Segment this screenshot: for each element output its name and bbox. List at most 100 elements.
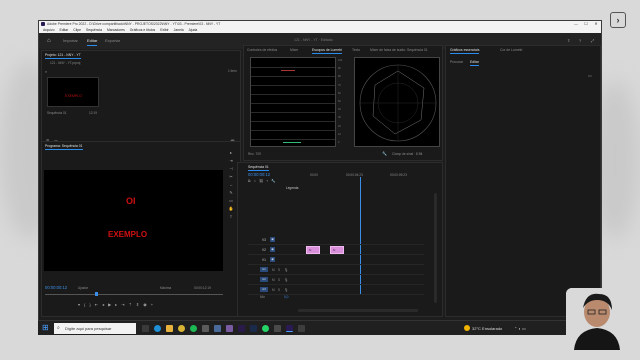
subtab-browse[interactable]: Procurar [450,60,463,64]
program-timecode[interactable]: 00:00:00:12 [45,285,67,290]
whatsapp-icon[interactable] [262,325,269,332]
clip-v2-1[interactable]: fx [306,246,320,254]
app-icon[interactable] [298,325,305,332]
windows-start-icon[interactable]: ⊞ [42,324,50,332]
menu-sequence[interactable]: Sequência [86,28,102,32]
clip-v2-2[interactable]: fx [330,246,344,254]
timeline-settings-icon[interactable]: 🔧 [271,179,278,183]
subtab-edit[interactable]: Editar [470,60,479,66]
tab-project[interactable]: Projeto: 121 - NNY - YT [45,53,81,59]
weather-text[interactable]: 32°C Ensolarado [472,326,502,331]
rectangle-tool-icon[interactable]: ▭ [227,197,235,205]
fit-dropdown[interactable]: Ajustar [78,286,88,290]
mute-button[interactable]: M [272,278,275,282]
app-icon[interactable] [226,325,233,332]
add-button-icon[interactable]: + [151,302,157,307]
menu-view[interactable]: Exibir [160,28,168,32]
timeline-vertical-scrollbar[interactable] [434,193,437,303]
ripple-edit-icon[interactable]: ⊣ [227,165,235,173]
home-icon[interactable]: ⌂ [47,38,53,44]
tab-text[interactable]: Texto [352,48,360,52]
mute-button[interactable]: M [272,288,275,292]
scope-color-space[interactable]: Rec. 709 [248,152,261,156]
menu-markers[interactable]: Marcadores [107,28,125,32]
razor-tool-icon[interactable]: ✂ [227,173,235,181]
premiere-taskbar-icon[interactable] [286,325,293,332]
item-count: 1 item [228,69,237,73]
export-frame-icon[interactable]: ◉ [143,302,151,307]
app-icon[interactable] [274,325,281,332]
toggle-output-icon[interactable]: ◉ [270,247,275,252]
menu-window[interactable]: Janela [174,28,184,32]
help-icon[interactable]: ? [579,38,581,43]
tab-program-monitor[interactable]: Programa: Sequência 01 [45,144,83,150]
program-title-line2: EXEMPLO [108,230,148,239]
tab-lumetri-color[interactable]: Cor de Lumetri [500,48,522,52]
tab-edit[interactable]: Editar [87,38,98,46]
task-view-icon[interactable] [142,325,149,332]
mic-icon[interactable]: 🎙 [284,278,288,282]
tab-essential-graphics[interactable]: Gráficos essenciais [450,48,480,54]
menu-graphics[interactable]: Gráficos e títulos [130,28,155,32]
spotify-icon[interactable] [190,325,197,332]
solo-button[interactable]: S [278,268,280,272]
fullscreen-icon[interactable]: ⤢ [591,38,594,43]
lift-icon[interactable]: ⇡ [129,302,136,307]
toggle-output-icon[interactable]: ◉ [270,237,275,242]
quick-export-icon[interactable]: ⇪ [567,38,570,43]
file-explorer-icon[interactable] [166,325,173,332]
tab-audio-track-mixer[interactable]: Mixer de faixa de áudio: Sequência 01 [370,48,428,52]
menu-help[interactable]: Ajuda [189,28,198,32]
app-icon[interactable] [214,325,221,332]
scope-signal-clamp[interactable]: Clamp de sinal · 8 Bit [392,152,422,156]
chrome-icon[interactable] [178,325,185,332]
quality-dropdown[interactable]: Máxima [160,286,171,290]
photoshop-icon[interactable] [250,325,257,332]
sequence-thumbnail[interactable]: EXEMPLO [47,77,99,107]
solo-button[interactable]: S [278,288,280,292]
settings-icon[interactable]: 🔧 [382,151,387,156]
menu-file[interactable]: Arquivo [43,28,55,32]
clip-name: Sequência 01 [47,111,67,115]
edge-icon[interactable] [154,325,161,332]
premiere-window: Adobe Premiere Pro 2022 - D:\Drive compa… [38,20,602,335]
new-layer-icon[interactable]: ▭ [588,73,592,78]
system-tray-icons[interactable]: ⌃ ◗ ▭ [514,326,526,331]
hand-tool-icon[interactable]: ✋ [227,205,235,213]
tab-lumetri-scopes[interactable]: Escopos de Lumetri [312,48,342,54]
search-icon[interactable]: ⌕ [45,69,47,74]
tab-effect-controls[interactable]: Controles de efeitos [247,48,277,52]
timeline-timecode[interactable]: 00:00:00:12 [248,172,270,177]
playhead-marker[interactable] [95,292,98,296]
menu-edit[interactable]: Editar [59,28,68,32]
selection-tool-icon[interactable]: ▸ [227,149,235,157]
toggle-output-icon[interactable]: ◉ [270,257,275,262]
tab-import[interactable]: Importar [63,38,78,43]
tab-sequence[interactable]: Sequência 01 [248,165,269,171]
search-icon: ⌕ [57,325,60,331]
type-tool-icon[interactable]: T [227,213,235,221]
track-a1-label[interactable]: A1 [260,267,268,272]
go-to-out-icon[interactable]: ⇥ [121,302,128,307]
mute-button[interactable]: M [272,268,275,272]
tab-mixer[interactable]: Mixer [290,48,298,52]
after-effects-icon[interactable] [238,325,245,332]
mix-value[interactable]: 0,0 [284,295,288,299]
slip-tool-icon[interactable]: ↔ [227,181,235,189]
program-title-line1: OI [126,196,136,206]
track-select-icon[interactable]: ⇥ [227,157,235,165]
go-to-in-icon[interactable]: ⇤ [95,302,102,307]
timeline-horizontal-scrollbar[interactable] [298,309,418,312]
mic-icon[interactable]: 🎙 [284,288,288,292]
track-a2-label[interactable]: A2 [260,277,268,282]
app-icon[interactable] [202,325,209,332]
menu-clip[interactable]: Clipe [73,28,81,32]
solo-button[interactable]: S [278,278,280,282]
track-a3-label[interactable]: A3 [260,287,268,292]
tab-export[interactable]: Exportar [105,38,120,43]
taskbar-search[interactable]: ⌕ Digite aqui para pesquisar [54,323,136,334]
mic-icon[interactable]: 🎙 [284,268,288,272]
track-a3: A3 M S 🎙 [248,285,424,295]
pen-tool-icon[interactable]: ✎ [227,189,235,197]
playhead-scrubber[interactable] [45,292,223,296]
